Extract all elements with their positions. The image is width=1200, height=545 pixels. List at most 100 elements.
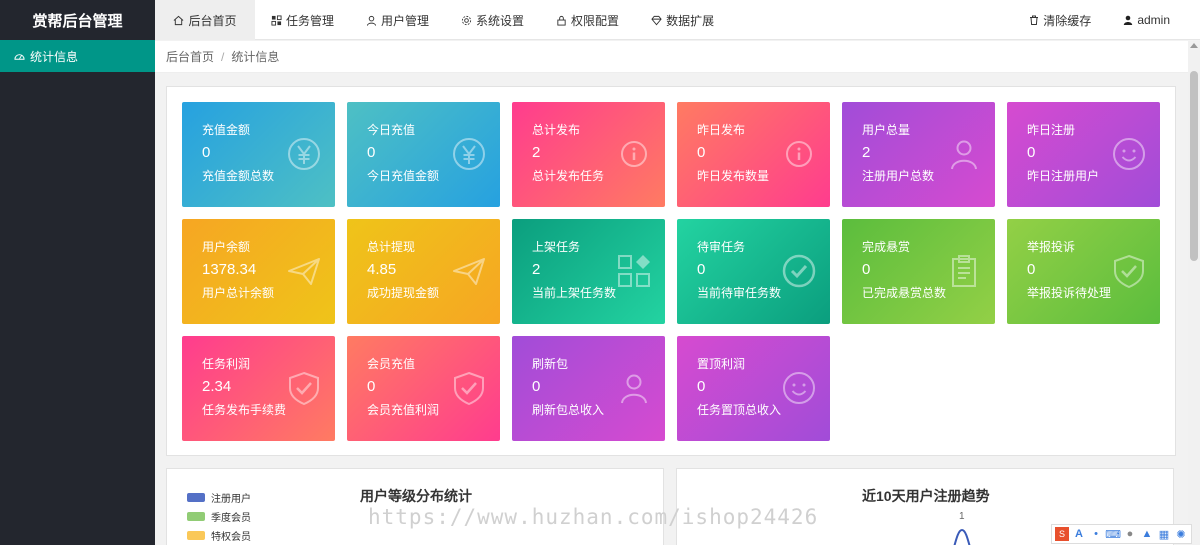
shield-check-icon (454, 371, 484, 405)
apps-icon (618, 255, 650, 287)
legend-label: 季度会员 (211, 513, 251, 524)
shield-check-icon (289, 371, 319, 405)
stat-card[interactable]: 举报投诉 0 举报投诉待处理 (1007, 219, 1160, 324)
legend-item[interactable]: 季度会员 (187, 507, 251, 526)
stat-card[interactable]: 今日充值 0 今日充值金额 (347, 102, 500, 207)
nav-item-label: 权限配置 (571, 13, 620, 28)
stat-card[interactable]: 完成悬赏 0 已完成悬赏总数 (842, 219, 995, 324)
stat-card[interactable]: 昨日发布 0 昨日发布数量 (677, 102, 830, 207)
yen-icon (288, 138, 320, 170)
sidebar-item-stats[interactable]: 统计信息 (0, 40, 155, 72)
home-icon (174, 15, 184, 25)
y-tick-label: 1 (959, 511, 965, 522)
top-header: 赏帮后台管理 后台首页 任务管理 用户管理 系统设置 权限配置 数据扩展 清除缓… (0, 0, 1200, 40)
user-icon (366, 15, 377, 26)
stat-card[interactable]: 充值金额 0 充值金额总数 (182, 102, 335, 207)
breadcrumb-home[interactable]: 后台首页 (166, 48, 214, 65)
nav-item-tasks[interactable]: 任务管理 (255, 0, 350, 40)
stat-card[interactable]: 置顶利润 0 任务置顶总收入 (677, 336, 830, 441)
send-icon (453, 258, 485, 285)
nav-item-users[interactable]: 用户管理 (350, 0, 445, 40)
ime-tools-icon[interactable]: ▦ (1157, 527, 1171, 541)
legend-item[interactable]: 特权会员 (187, 526, 251, 545)
stat-card-title: 用户余额 (202, 240, 251, 254)
stat-card-title: 待审任务 (697, 240, 746, 254)
stat-card-desc: 刷新包总收入 (532, 403, 605, 417)
legend-label: 特权会员 (211, 532, 251, 543)
stat-card[interactable]: 用户余额 1378.34 用户总计余额 (182, 219, 335, 324)
stat-card-desc: 任务置顶总收入 (697, 403, 782, 417)
stat-card-desc: 已完成悬赏总数 (862, 286, 947, 300)
stat-card-title: 举报投诉 (1027, 240, 1076, 254)
stat-card[interactable]: 刷新包 0 刷新包总收入 (512, 336, 665, 441)
info-icon (621, 141, 647, 167)
ime-user-icon[interactable]: ● (1123, 527, 1137, 541)
ime-keyboard-icon[interactable]: ⌨ (1105, 527, 1121, 541)
stat-card-title: 任务利润 (202, 357, 251, 371)
legend-swatch (187, 493, 205, 502)
diamond-icon (651, 15, 662, 25)
sidebar-item-label: 统计信息 (30, 49, 79, 64)
stat-card-title: 总计提现 (367, 240, 416, 254)
legend-swatch (187, 531, 205, 540)
check-circle-icon (782, 254, 816, 288)
stat-card[interactable]: 总计发布 2 总计发布任务 (512, 102, 665, 207)
scroll-thumb[interactable] (1190, 71, 1198, 261)
ime-skin-icon[interactable]: ▲ (1140, 527, 1154, 541)
stat-card-title: 刷新包 (532, 357, 569, 371)
gear-icon (461, 15, 472, 25)
stat-card[interactable]: 总计提现 4.85 成功提现金额 (347, 219, 500, 324)
stat-card-title: 置顶利润 (697, 357, 746, 371)
legend-item[interactable]: 注册用户 (187, 488, 251, 507)
chart-legend: 注册用户季度会员特权会员 (187, 488, 251, 545)
stat-card-desc: 当前待审任务数 (697, 286, 782, 300)
breadcrumb: 后台首页 / 统计信息 (155, 41, 1188, 73)
stat-card-title: 今日充值 (367, 123, 416, 137)
clear-cache-label: 清除缓存 (1043, 13, 1092, 28)
nav-item-settings[interactable]: 系统设置 (445, 0, 540, 40)
lock-icon (557, 15, 566, 26)
stat-card-desc: 当前上架任务数 (532, 286, 617, 300)
stat-card-desc: 举报投诉待处理 (1027, 286, 1112, 300)
page-scrollbar[interactable] (1188, 41, 1200, 545)
nav-item-label: 任务管理 (286, 13, 335, 28)
ime-toolbar: S A • ⌨ ● ▲ ▦ ✺ (1051, 524, 1192, 544)
breadcrumb-separator: / (221, 49, 225, 64)
yen-icon (453, 138, 485, 170)
stat-card-title: 昨日注册 (1027, 123, 1076, 137)
app-logo[interactable]: 赏帮后台管理 (0, 0, 155, 40)
stat-card-desc: 任务发布手续费 (202, 403, 287, 417)
info-icon (786, 141, 812, 167)
legend-swatch (187, 512, 205, 521)
ime-punct-icon[interactable]: • (1089, 527, 1103, 541)
user-menu[interactable]: admin (1107, 13, 1200, 27)
stat-card[interactable]: 待审任务 0 当前待审任务数 (677, 219, 830, 324)
nav-item-data-extend[interactable]: 数据扩展 (635, 0, 730, 40)
trend-line (953, 528, 971, 545)
person-icon (951, 140, 977, 170)
stat-card-desc: 注册用户总数 (862, 169, 935, 183)
stat-card[interactable]: 任务利润 2.34 任务发布手续费 (182, 336, 335, 441)
ime-settings-icon[interactable]: ✺ (1174, 527, 1188, 541)
ime-lang-icon[interactable]: A (1072, 527, 1086, 541)
stat-card[interactable]: 昨日注册 0 昨日注册用户 (1007, 102, 1160, 207)
shield-check-icon (1114, 254, 1144, 288)
watermark-text: https://www.huzhan.com/ishop24426 (368, 505, 819, 529)
nav-item-label: 数据扩展 (666, 13, 715, 28)
stat-card-desc: 总计发布任务 (532, 169, 605, 183)
stat-card[interactable]: 上架任务 2 当前上架任务数 (512, 219, 665, 324)
clear-cache-button[interactable]: 清除缓存 (1013, 12, 1107, 29)
username: admin (1137, 13, 1170, 27)
nav-item-permissions[interactable]: 权限配置 (540, 0, 635, 40)
stat-card-title: 用户总量 (862, 123, 911, 137)
top-right-actions: 清除缓存 admin (1013, 0, 1200, 40)
sidebar: 统计信息 (0, 40, 155, 545)
scroll-up-arrow[interactable] (1190, 43, 1198, 48)
nav-item-home[interactable]: 后台首页 (155, 0, 255, 40)
task-icon (271, 14, 282, 26)
stat-card-desc: 今日充值金额 (367, 169, 440, 183)
stat-card[interactable]: 用户总量 2 注册用户总数 (842, 102, 995, 207)
stat-card[interactable]: 会员充值 0 会员充值利润 (347, 336, 500, 441)
trash-icon (1030, 15, 1039, 25)
ime-logo-icon[interactable]: S (1055, 527, 1069, 541)
